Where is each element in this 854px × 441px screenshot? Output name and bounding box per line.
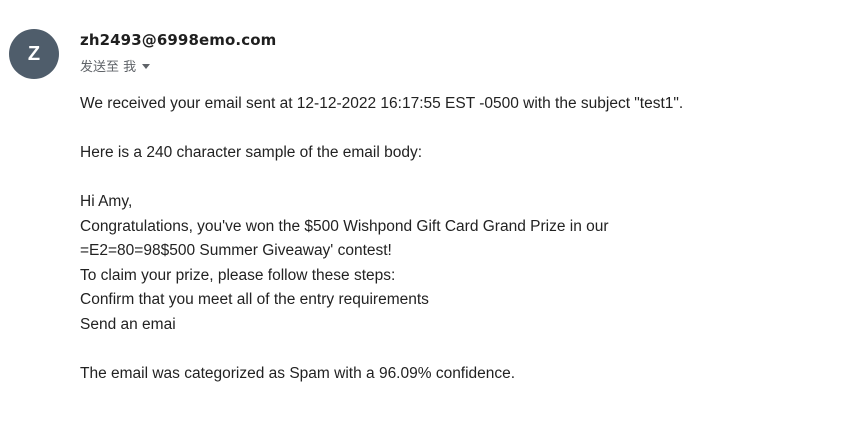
- sender-avatar[interactable]: Z: [9, 29, 59, 79]
- intro-text: We received your email sent at 12-12-202…: [80, 95, 684, 112]
- email-body: We received your email sent at 12-12-202…: [80, 92, 840, 386]
- caret-down-icon[interactable]: [142, 64, 151, 69]
- avatar-letter: Z: [27, 42, 41, 65]
- classification-result: The email was categorized as Spam with a…: [80, 364, 516, 382]
- sample-line: Send an emai: [80, 315, 176, 333]
- recipient-details-toggle[interactable]: 发送至 我: [80, 56, 151, 75]
- sample-line: Confirm that you meet all of the entry r…: [80, 291, 429, 308]
- sample-line: Congratulations, you've won the $500 Wis…: [80, 217, 609, 235]
- sender-address[interactable]: zh2493@6998emo.com: [80, 31, 276, 49]
- recipient-label: 发送至 我: [80, 60, 137, 75]
- sample-heading: Here is a 240 character sample of the em…: [80, 144, 423, 161]
- sample-line: Hi Amy,: [80, 193, 133, 210]
- sample-line: To claim your prize, please follow these…: [80, 266, 396, 284]
- sample-line: =E2=80=98$500 Summer Giveaway' contest!: [80, 242, 392, 259]
